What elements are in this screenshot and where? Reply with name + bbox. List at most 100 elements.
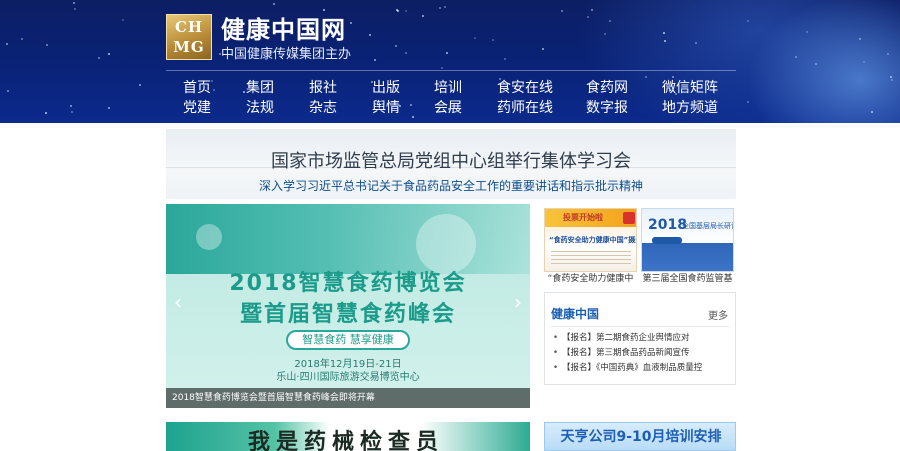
star-decor	[446, 52, 448, 54]
nav-item-party[interactable]: 党建	[183, 98, 211, 118]
news-more-link[interactable]: 更多	[708, 307, 728, 322]
chevron-right-icon[interactable]: ›	[508, 290, 528, 314]
star-decor	[6, 43, 8, 45]
star-decor	[747, 20, 749, 22]
star-decor	[273, 3, 275, 5]
star-decor	[350, 22, 352, 24]
nav-item-pharmacist[interactable]: 药师在线	[497, 98, 553, 118]
nav-item-food-safety[interactable]: 食安在线	[497, 78, 553, 98]
star-decor	[71, 111, 73, 113]
star-decor	[695, 42, 697, 44]
star-decor	[122, 19, 124, 21]
star-decor	[663, 32, 665, 34]
nav-col-8: 微信矩阵 地方频道	[662, 78, 718, 118]
star-decor	[98, 57, 100, 59]
nav-col-2: 集团 法规	[246, 78, 274, 118]
star-decor	[73, 2, 75, 4]
slider-decor-circle	[196, 224, 222, 250]
nav-item-wechat[interactable]: 微信矩阵	[662, 78, 718, 98]
image-slider[interactable]: 2018智慧食药博览会 暨首届智慧食药峰会 智慧食药 慧享健康 2018年12月…	[166, 204, 530, 408]
nav-col-5: 培训 会展	[434, 78, 462, 118]
site-logo[interactable]: CH MG	[166, 14, 212, 60]
logo-text-line2: MG	[173, 38, 205, 56]
star-decor	[887, 53, 889, 55]
star-decor	[604, 33, 606, 35]
star-decor	[396, 9, 398, 11]
star-decor	[859, 38, 861, 40]
thumb-seminar[interactable]: 2018 全国基层局长研讨会 第三届全国食药监管基	[641, 208, 734, 287]
thumb-text-lines	[551, 251, 631, 265]
nav-item-opinion[interactable]: 舆情	[372, 98, 400, 118]
nav-item-home[interactable]: 首页	[183, 78, 211, 98]
slide-title-line1: 2018智慧食药博览会	[229, 271, 467, 296]
star-decor	[587, 16, 589, 18]
news-item[interactable]: 【报名】第三期食品药品新闻宣传	[553, 346, 733, 361]
slide-venue: 乐山·四川国际旅游交易博览中心	[276, 372, 420, 383]
star-decor	[890, 76, 892, 78]
thumb-badge-icon	[623, 212, 635, 224]
star-decor	[7, 90, 9, 92]
nav-col-4: 出版 舆情	[372, 78, 400, 118]
nav-item-law[interactable]: 法规	[246, 98, 274, 118]
star-decor	[422, 15, 424, 17]
star-decor	[139, 84, 141, 86]
banner-title: 国家市场监管总局党组中心组举行集体学习会	[271, 151, 631, 172]
star-decor	[46, 44, 48, 46]
nav-col-3: 报社 杂志	[309, 78, 337, 118]
star-decor	[395, 45, 397, 47]
slide-slogan-pill: 智慧食药 慧享健康	[286, 330, 410, 350]
star-decor	[21, 38, 23, 40]
star-decor	[863, 61, 865, 63]
nav-item-publishing[interactable]: 出版	[372, 78, 400, 98]
nav-item-digital-paper[interactable]: 数字报	[586, 98, 628, 118]
nav-item-training[interactable]: 培训	[434, 78, 462, 98]
thumb-chip	[652, 237, 682, 244]
ad-banner-training[interactable]: 天亨公司9-10月培训安排	[544, 422, 736, 451]
news-item[interactable]: 【报名】第二期食药企业舆情应对	[553, 331, 733, 346]
thumb-photo-contest[interactable]: 投票开始啦 “食药安全助力健康中国”摄影大赛 “食药安全助力健康中	[544, 208, 637, 287]
star-decor	[439, 7, 441, 9]
star-decor	[108, 107, 110, 109]
star-decor	[444, 6, 446, 8]
nav-item-magazine[interactable]: 杂志	[309, 98, 337, 118]
site-name[interactable]: 健康中国网	[221, 10, 346, 45]
nav-item-local[interactable]: 地方频道	[662, 98, 718, 118]
nav-item-group[interactable]: 集团	[246, 78, 274, 98]
banner-subtitle: 深入学习习近平总书记关于食品药品安全工作的重要讲话和指示批示精神	[258, 179, 643, 193]
star-decor	[108, 53, 110, 55]
main-nav: 首页 党建 集团 法规 报社 杂志 出版 舆情 培训 会展 食安在线 药师在线	[166, 78, 736, 120]
thumb-caption: 第三届全国食药监管基	[642, 274, 733, 284]
star-decor	[492, 39, 494, 41]
nav-divider	[166, 70, 736, 71]
star-decor	[561, 10, 563, 12]
star-decor	[795, 56, 797, 58]
star-decor	[591, 9, 593, 11]
headline-banner[interactable]: 国家市场监管总局党组中心组举行集体学习会 深入学习习近平总书记关于食品药品安全工…	[166, 129, 736, 199]
star-decor	[871, 111, 873, 113]
star-decor	[405, 52, 407, 54]
nav-item-newspaper[interactable]: 报社	[309, 78, 337, 98]
ad-banner-text: 我是药械检查员	[247, 429, 444, 451]
star-decor	[405, 10, 407, 12]
ad-banner-text: 天亨公司9-10月培训安排	[560, 429, 722, 445]
ad-banner-inspector[interactable]: 我是药械检查员	[166, 422, 530, 451]
news-box-title[interactable]: 健康中国	[551, 305, 599, 322]
thumb-top-text: 投票开始啦	[563, 213, 603, 222]
star-decor	[374, 59, 376, 61]
star-decor	[369, 34, 371, 36]
nav-item-exhibition[interactable]: 会展	[434, 98, 462, 118]
thumb-small-text: 全国基层局长研讨会	[682, 222, 733, 230]
news-item[interactable]: 【报名】《中国药典》血液制品质量控	[553, 361, 733, 376]
page: CH MG 健康中国网 中国健康传媒集团主办 首页 党建 集团 法规 报社 杂志…	[0, 0, 900, 451]
star-decor	[474, 37, 476, 39]
star-decor	[45, 112, 47, 114]
nav-item-food-drug-net[interactable]: 食药网	[586, 78, 628, 98]
star-decor	[747, 101, 749, 103]
star-decor	[609, 20, 611, 22]
slide-caption[interactable]: 2018智慧食药博览会暨首届智慧食药峰会即将开幕	[166, 388, 530, 408]
thumb-image: 投票开始啦 “食药安全助力健康中国”摄影大赛	[544, 208, 637, 272]
star-decor	[891, 79, 893, 81]
chevron-left-icon[interactable]: ‹	[168, 290, 188, 314]
nav-col-6: 食安在线 药师在线	[497, 78, 553, 118]
star-decor	[815, 63, 817, 65]
